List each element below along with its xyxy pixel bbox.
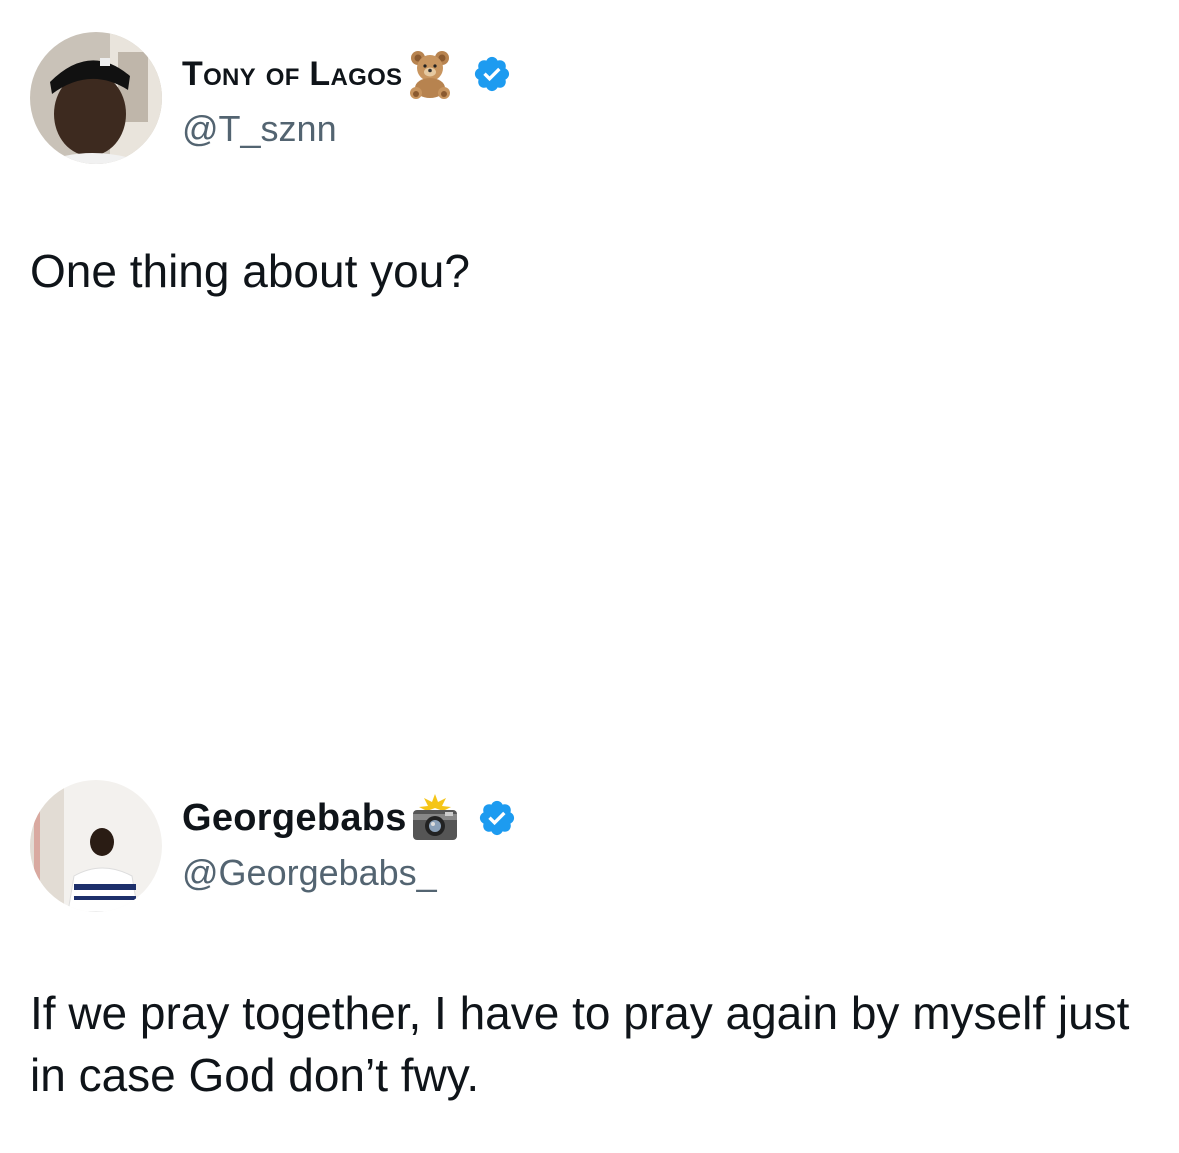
author-handle[interactable]: @Georgebabs_ [182,852,437,894]
verified-badge-icon[interactable] [477,798,517,838]
author-name-row[interactable]: Georgebabs [182,788,517,848]
avatar[interactable] [30,32,162,164]
tweet-text: If we pray together, I have to pray agai… [30,987,1130,1101]
avatar-photo [30,32,162,164]
author-name-row[interactable]: Tony of Lagos [182,44,512,104]
verified-badge-icon[interactable] [472,54,512,94]
avatar-photo [30,780,162,912]
tweet-text: One thing about you? [30,245,470,297]
camera-with-flash-icon [409,792,461,844]
author-handle[interactable]: @T_sznn [182,108,337,150]
display-name[interactable]: Georgebabs [182,797,407,840]
display-name[interactable]: Tony of Lagos [182,55,402,94]
avatar[interactable] [30,780,162,912]
teddy-bear-icon [404,48,456,100]
